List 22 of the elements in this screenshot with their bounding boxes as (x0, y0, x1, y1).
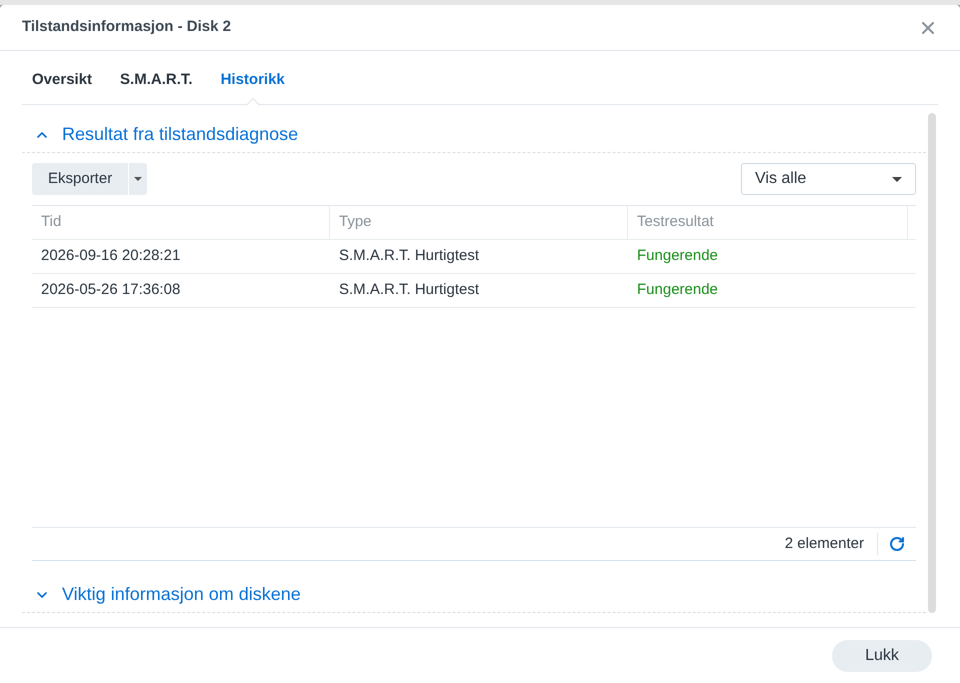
window-title: Tilstandsinformasjon - Disk 2 (22, 17, 231, 38)
table-cell-text: S.M.A.R.T. Hurtigtest (338, 246, 480, 266)
table-cell-text: S.M.A.R.T. Hurtigtest (338, 280, 480, 300)
scrollbar[interactable] (928, 113, 936, 613)
tab[interactable]: Oversikt (32, 68, 92, 104)
table-cell-text: Fungerende (636, 280, 719, 300)
table-cell-text: Fungerende (636, 246, 719, 266)
caret-icon (134, 177, 142, 181)
caret-icon (892, 176, 902, 182)
close-dialog-button[interactable]: Lukk (832, 640, 932, 672)
refresh-icon[interactable] (889, 536, 905, 552)
tab[interactable]: S.M.A.R.T. (120, 68, 193, 104)
section-title[interactable]: Viktig informasjon om diskene (62, 581, 301, 608)
table-cell-text: 2026-09-16 20:28:21 (40, 246, 182, 266)
table-row[interactable]: 2026-05-26 17:36:08 S.M.A.R.T. Hurtigtest Fungerende (32, 274, 916, 308)
filter-dropdown[interactable]: Vis alle (741, 163, 916, 195)
table-cell-text: 2026-05-26 17:36:08 (40, 280, 182, 300)
tab[interactable]: Historikk (220, 68, 285, 104)
item-count: 2 elementer (784, 532, 878, 556)
export-button[interactable]: Eksporter (32, 163, 130, 195)
section-title[interactable]: Resultat fra tilstandsdiagnose (62, 121, 298, 148)
table-row[interactable]: 2026-09-16 20:28:21 S.M.A.R.T. Hurtigtest Fungerende (32, 240, 916, 274)
